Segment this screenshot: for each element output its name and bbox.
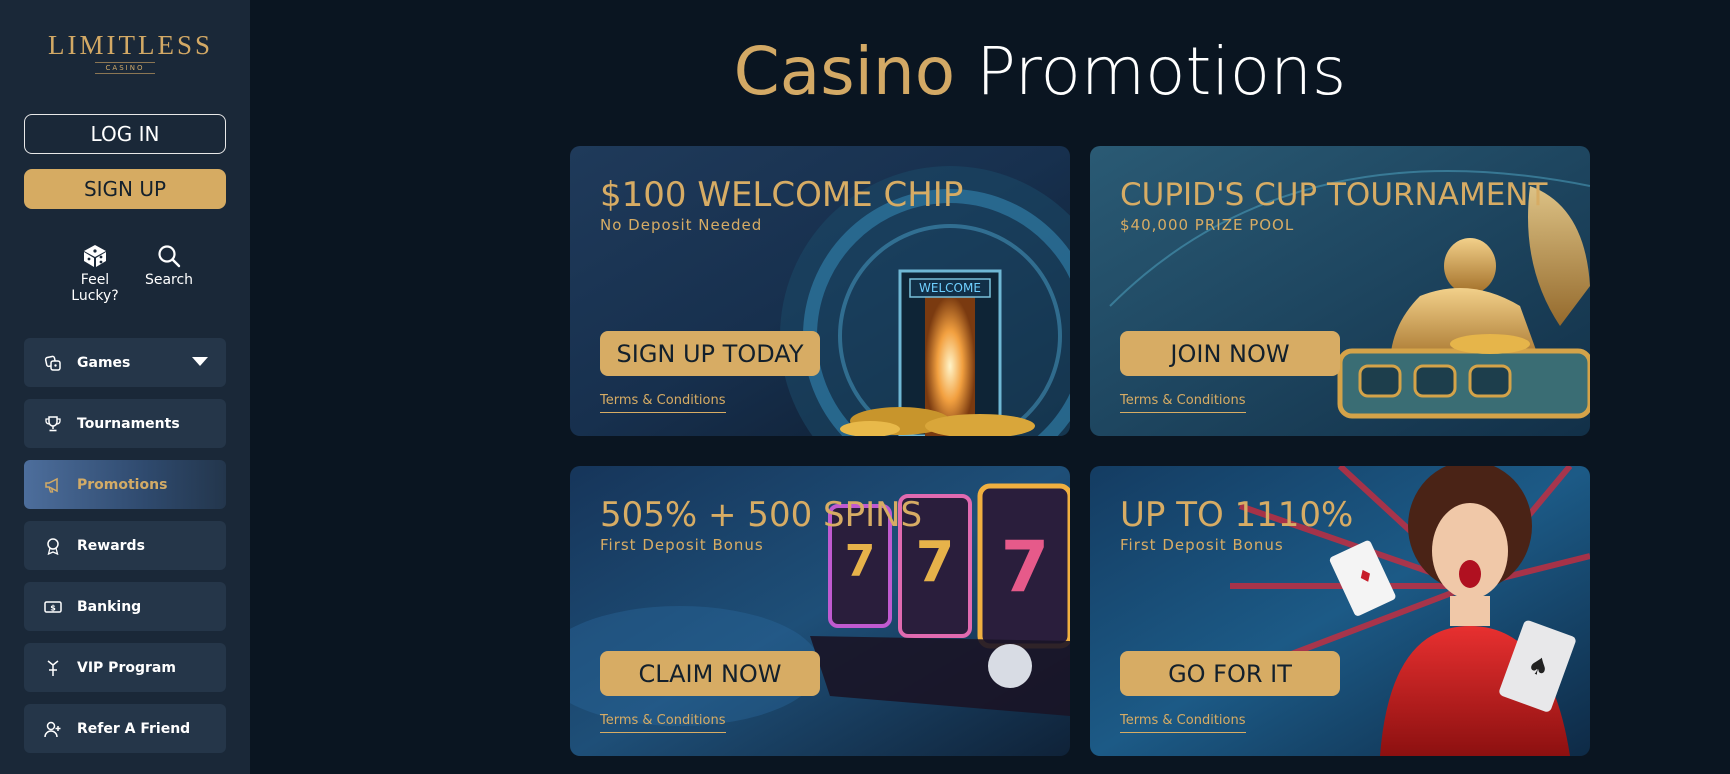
sidebar-item-label: Rewards (77, 537, 145, 554)
dice-icon (84, 245, 106, 267)
search-link[interactable]: Search (129, 244, 209, 288)
promo-title: 505% + 500 SPINS (600, 495, 923, 535)
svg-text:7: 7 (1001, 526, 1050, 608)
sidebar-item-label: VIP Program (77, 659, 176, 676)
page-title: Casino Promotions (570, 32, 1510, 112)
casino-logo[interactable]: LIMITLESS CASINO (48, 30, 213, 74)
promo-title: $100 WELCOME CHIP (600, 175, 964, 215)
promo-card-1110-bonus: ♦ ♠ UP TO 1110% First Deposit Bonus GO F… (1090, 466, 1590, 756)
terms-link[interactable]: Terms & Conditions (1120, 393, 1246, 413)
promo-card-cupids-cup: CUPID'S CUP TOURNAMENT $40,000 PRIZE POO… (1090, 146, 1590, 436)
sidebar-item-promotions[interactable]: Promotions (24, 460, 226, 509)
join-now-button[interactable]: JOIN NOW (1120, 331, 1340, 376)
signup-button[interactable]: SIGN UP (24, 169, 226, 209)
feel-lucky-link[interactable]: Feel Lucky? (55, 244, 135, 304)
terms-link[interactable]: Terms & Conditions (600, 393, 726, 413)
promo-title: CUPID'S CUP TOURNAMENT (1120, 177, 1548, 213)
go-for-it-button[interactable]: GO FOR IT (1120, 651, 1340, 696)
sidebar-item-banking[interactable]: $ Banking (24, 582, 226, 631)
sidebar-item-label: Refer A Friend (77, 720, 191, 737)
promo-subtitle: First Deposit Bonus (600, 536, 764, 554)
sidebar-item-refer-a-friend[interactable]: Refer A Friend (24, 704, 226, 753)
page-title-casino: Casino (733, 33, 956, 110)
search-icon (158, 245, 181, 268)
sidebar-item-label: Tournaments (77, 415, 180, 432)
claim-now-button[interactable]: CLAIM NOW (600, 651, 820, 696)
promo-subtitle: $40,000 PRIZE POOL (1120, 216, 1295, 234)
search-label: Search (144, 272, 194, 288)
logo-wordmark: LIMITLESS (48, 30, 213, 60)
terms-link[interactable]: Terms & Conditions (1120, 713, 1246, 733)
promo-card-505-spins: 7 7 7 505% + 500 SPINS First Deposit Bon… (570, 466, 1070, 756)
sidebar-item-label: Banking (77, 598, 142, 615)
trophy-icon (44, 415, 62, 433)
svg-text:$: $ (50, 603, 56, 612)
promo-subtitle: First Deposit Bonus (1120, 536, 1284, 554)
promo-card-welcome-chip: WELCOME $100 WELCOME CHIP No Deposit Nee… (570, 146, 1070, 436)
welcome-sign: WELCOME (919, 281, 981, 295)
sidebar-item-label: Promotions (77, 476, 168, 493)
megaphone-icon (44, 476, 62, 494)
sidebar: LIMITLESS CASINO LOG IN SIGN UP Feel Luc… (0, 0, 250, 774)
sign-up-today-button[interactable]: SIGN UP TODAY (600, 331, 820, 376)
sidebar-item-label: Games (77, 354, 131, 371)
user-plus-icon (44, 720, 62, 738)
logo-subtitle: CASINO (95, 62, 155, 74)
dice-pile-icon (44, 354, 62, 372)
terms-link[interactable]: Terms & Conditions (600, 713, 726, 733)
feel-lucky-label: Feel Lucky? (71, 272, 119, 304)
promo-subtitle: No Deposit Needed (600, 216, 763, 234)
svg-text:7: 7 (845, 536, 876, 587)
diamond-figure-icon (44, 659, 62, 677)
medal-icon (44, 537, 62, 555)
sidebar-item-vip-program[interactable]: VIP Program (24, 643, 226, 692)
sidebar-item-tournaments[interactable]: Tournaments (24, 399, 226, 448)
svg-text:7: 7 (916, 530, 955, 595)
chevron-down-icon[interactable] (192, 357, 208, 366)
page-title-promotions: Promotions (976, 33, 1347, 110)
sidebar-item-rewards[interactable]: Rewards (24, 521, 226, 570)
sidebar-item-games[interactable]: Games (24, 338, 226, 387)
money-icon: $ (44, 598, 62, 616)
login-button[interactable]: LOG IN (24, 114, 226, 154)
promo-title: UP TO 1110% (1120, 495, 1354, 535)
